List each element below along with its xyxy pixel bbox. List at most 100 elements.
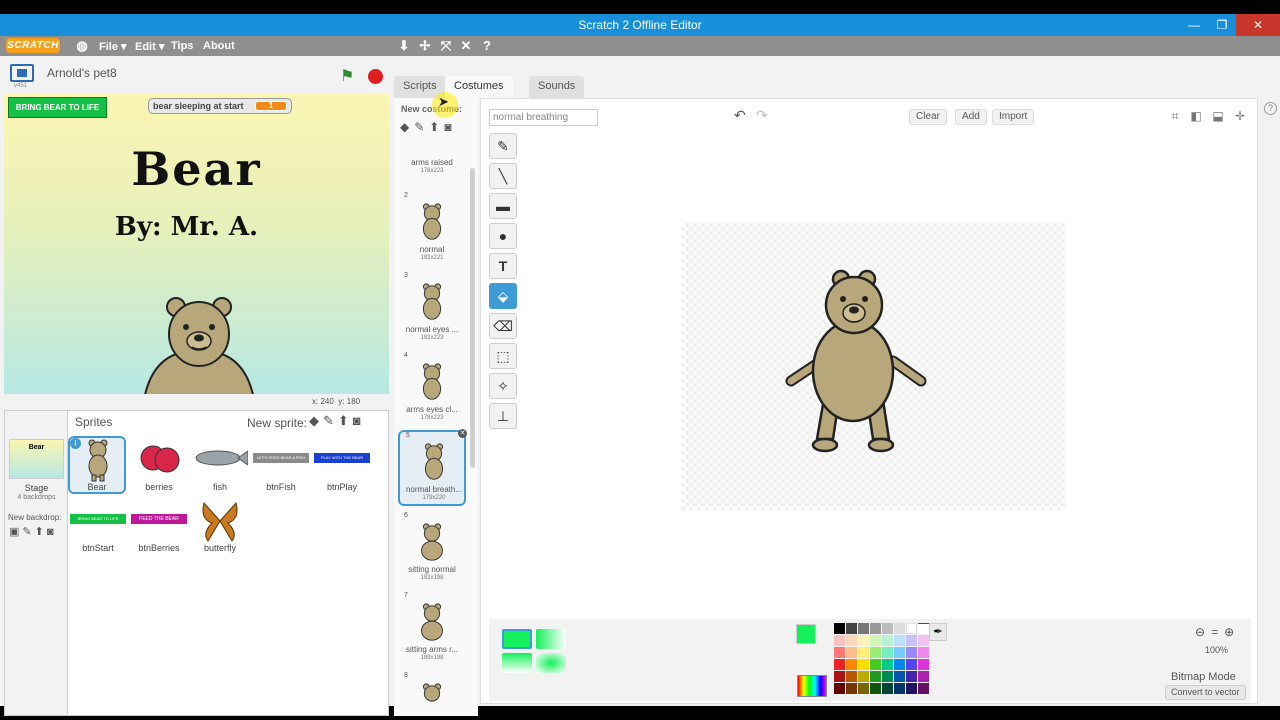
new-sprite-label: New sprite: <box>247 416 308 430</box>
bring-bear-button[interactable]: BRING BEAR TO LIFE <box>8 97 107 118</box>
primary-color-swatch[interactable] <box>796 624 816 644</box>
flip-horizontal-icon[interactable]: ◧ <box>1187 109 1205 125</box>
bear-thumbnail <box>422 283 442 320</box>
color-palette[interactable] <box>834 623 929 694</box>
new-backdrop-icons[interactable]: ▣✎⬆◙ <box>9 525 56 538</box>
stage-thumbnail[interactable]: Bear <box>9 439 64 479</box>
import-button[interactable]: Import <box>992 109 1035 125</box>
project-name[interactable]: Arnold's pet8 <box>47 66 117 80</box>
clear-button[interactable]: Clear <box>909 109 947 125</box>
fill-vertical-gradient-option[interactable] <box>502 653 532 673</box>
costume-item[interactable]: 4 arms eyes cl... 178x223 <box>398 352 466 428</box>
sprites-panel: Bear Stage 4 backdrops New backdrop: ▣✎⬆… <box>4 410 389 716</box>
rectangle-icon[interactable]: ▬ <box>489 193 517 219</box>
costume-item[interactable]: 7 sitting arms r... 189x198 <box>398 592 466 668</box>
tab-sounds[interactable]: Sounds <box>529 76 585 98</box>
eraser-icon[interactable]: ⌫ <box>489 313 517 339</box>
sprite-tile-fish[interactable]: fish <box>191 438 249 496</box>
stop-icon[interactable] <box>368 69 383 84</box>
bear-thumbnail <box>422 203 442 240</box>
sprite-tile-butterfly[interactable]: butterfly <box>191 499 249 557</box>
magic-wand-icon[interactable]: ✧ <box>489 373 517 399</box>
costume-item[interactable]: 3 normal eyes ... 182x223 <box>398 272 466 348</box>
stamp-icon[interactable]: ⊥ <box>489 403 517 429</box>
zoom-in-icon[interactable]: ⊕ <box>1224 625 1240 639</box>
grow-icon[interactable]: ⤧ <box>438 38 454 54</box>
stage-canvas[interactable]: BRING BEAR TO LIFE bear sleeping at star… <box>4 94 389 394</box>
costume-item[interactable]: 2 normal 182x221 <box>398 192 466 268</box>
bear-thumbnail <box>422 683 442 702</box>
maximize-button[interactable]: ❐ <box>1208 14 1236 36</box>
menu-edit[interactable]: Edit ▾ <box>135 40 164 53</box>
scratch-logo[interactable]: SCRATCH <box>6 38 60 53</box>
bear-sprite[interactable] <box>134 289 264 394</box>
menu-tips[interactable]: Tips <box>171 40 193 52</box>
fill-horizontal-gradient-option[interactable] <box>536 629 566 649</box>
fill-solid-option[interactable] <box>502 629 532 649</box>
delete-costume-icon[interactable]: ✕ <box>458 429 467 438</box>
fullscreen-icon[interactable] <box>10 64 34 82</box>
mouse-coordinates: x: 240 y: 180 <box>312 397 361 406</box>
costume-scrollbar[interactable] <box>470 168 475 468</box>
line-icon[interactable]: ╲ <box>489 163 517 189</box>
stage-column: Bear Stage 4 backdrops New backdrop: ▣✎⬆… <box>5 411 68 715</box>
menu-bar: SCRATCH ◍ File ▾ Edit ▾ Tips About ⬇ ✢ ⤧… <box>0 36 1280 56</box>
zoom-reset-icon[interactable]: = <box>1211 625 1224 639</box>
green-flag-icon[interactable]: ⚑ <box>340 66 354 86</box>
bear-thumbnail <box>88 439 108 482</box>
stage-label: Stage <box>24 483 49 493</box>
costume-item[interactable]: 8 <box>398 672 466 712</box>
costume-name-field[interactable] <box>489 109 598 126</box>
bear-thumbnail <box>421 603 443 641</box>
zoom-out-icon[interactable]: ⊖ <box>1195 625 1211 639</box>
select-icon[interactable]: ⬚ <box>489 343 517 369</box>
version-label: v451 <box>14 83 28 89</box>
shrink-icon[interactable]: ✕ <box>458 38 474 54</box>
color-spectrum[interactable] <box>797 675 827 697</box>
menu-file[interactable]: File ▾ <box>99 40 127 53</box>
mouse-pointer-icon: ➤ <box>438 94 449 109</box>
stage-bear-subtitle: By: Mr. A. <box>114 212 259 242</box>
sprite-tile-btnstart[interactable]: BRING BEAR TO LIFE btnStart <box>69 499 127 557</box>
fill-icon[interactable]: ⬙ <box>489 283 517 309</box>
paint-editor: ↶ ↷ Clear Add Import ⌗ ◧ ⬓ ✛ ✎ ╲ ▬ ● T ⬙… <box>480 98 1258 704</box>
undo-icon[interactable]: ↶ <box>734 107 746 124</box>
add-button[interactable]: Add <box>955 109 987 125</box>
close-button[interactable]: ✕ <box>1236 14 1280 36</box>
brush-icon[interactable]: ✎ <box>489 133 517 159</box>
sprite-name: butterfly <box>203 543 236 553</box>
zoom-controls[interactable]: ⊖=⊕ <box>1195 625 1240 639</box>
tab-costumes[interactable]: Costumes <box>445 76 513 98</box>
paint-canvas[interactable] <box>681 223 1065 511</box>
help-icon[interactable]: ? <box>1264 102 1277 115</box>
costume-item[interactable]: 6 sitting normal 182x198 <box>398 512 466 588</box>
sprite-tile-berries[interactable]: berries <box>130 438 188 496</box>
duplicate-icon[interactable]: ⬇ <box>396 38 412 54</box>
crop-icon[interactable]: ⌗ <box>1166 109 1184 125</box>
help-icon[interactable]: ? <box>479 38 495 54</box>
minimize-button[interactable]: — <box>1180 14 1208 36</box>
sprite-tile-bear[interactable]: i Bear <box>68 436 126 494</box>
sprite-tile-btnfish[interactable]: LET'S FEED BEAR A FISH btnFish <box>252 438 310 496</box>
text-icon[interactable]: T <box>489 253 517 279</box>
set-center-icon[interactable]: ✛ <box>1231 109 1249 125</box>
costume-item[interactable]: arms raised 178x223 <box>398 130 466 178</box>
zoom-level: 100% <box>1205 645 1229 655</box>
monitor-label: bear sleeping at start <box>153 101 244 111</box>
globe-icon[interactable]: ◍ <box>74 38 90 54</box>
costume-item-selected[interactable]: 5 ✕ normal breath... 179x220 <box>398 429 467 506</box>
fill-radial-gradient-option[interactable] <box>536 653 566 673</box>
convert-to-vector-button[interactable]: Convert to vector <box>1165 685 1246 700</box>
paint-tools: ✎ ╲ ▬ ● T ⬙ ⌫ ⬚ ✧ ⊥ <box>489 133 519 433</box>
bear-thumbnail <box>421 523 443 561</box>
redo-icon[interactable]: ↷ <box>756 107 768 124</box>
menu-about[interactable]: About <box>203 40 235 52</box>
sprite-tile-btnplay[interactable]: PLAY WITH THE BEAR btnPlay <box>313 438 371 496</box>
eyedropper-icon[interactable]: ✒ <box>929 623 947 641</box>
flip-vertical-icon[interactable]: ⬓ <box>1209 109 1227 125</box>
new-sprite-icons[interactable]: ◆✎⬆◙ <box>309 413 365 429</box>
sprite-tile-btnberries[interactable]: FEED THE BEAR btnBerries <box>130 499 188 557</box>
cut-icon[interactable]: ✢ <box>417 38 433 54</box>
ellipse-icon[interactable]: ● <box>489 223 517 249</box>
right-edge-strip <box>1260 98 1280 704</box>
